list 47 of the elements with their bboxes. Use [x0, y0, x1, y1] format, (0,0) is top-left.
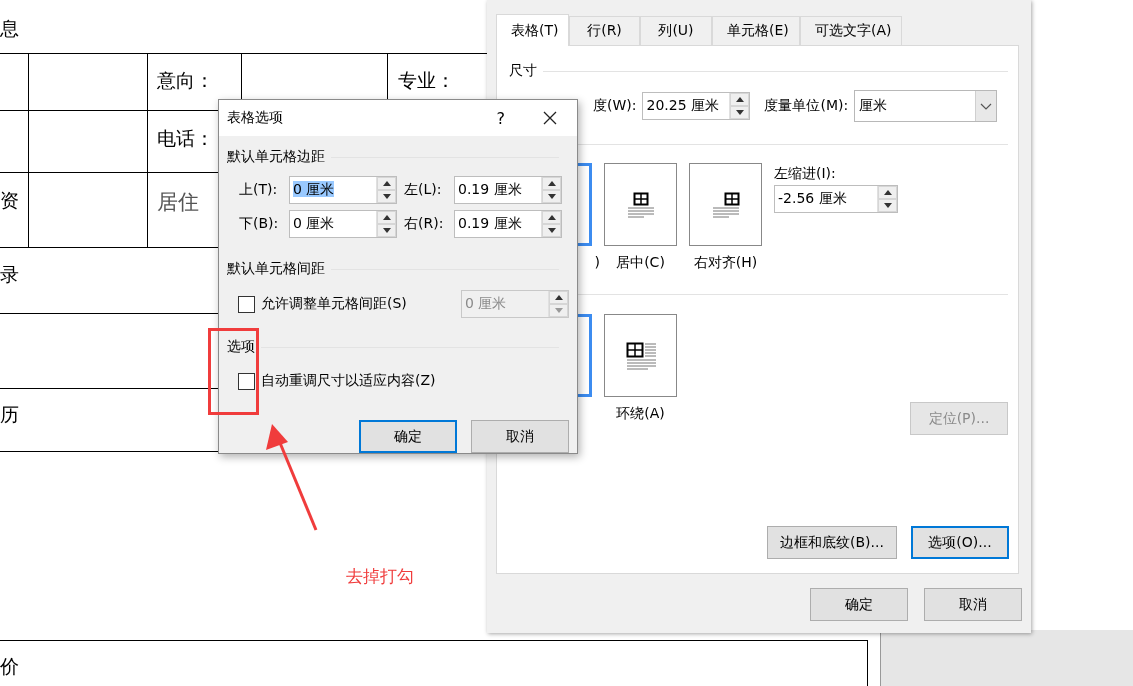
annotation-note: 去掉打勾 — [346, 565, 414, 588]
document-text: 录 — [0, 262, 19, 287]
document-text: 价 — [0, 654, 19, 679]
document-text: 意向： — [157, 68, 214, 93]
option-label: 右对齐(H) — [693, 254, 758, 272]
help-button[interactable]: ? — [492, 108, 509, 128]
document-text: 资 — [0, 188, 19, 213]
dialog-button[interactable]: 取消 — [924, 588, 1022, 621]
dialog-button[interactable]: 取消 — [471, 420, 569, 453]
margin-field[interactable]: 0 厘米 — [289, 210, 397, 238]
dialog-button[interactable]: 边框和底纹(B)... — [767, 526, 897, 559]
width-field[interactable]: 20.25 厘米 — [642, 92, 751, 120]
unit-dropdown[interactable]: 厘米 — [854, 90, 998, 122]
field-label: 右(R): — [404, 215, 445, 233]
document-text: 居住 — [157, 189, 199, 216]
margin-field[interactable]: 0 厘米 — [289, 176, 397, 204]
field-label: 左缩进(I): — [774, 165, 837, 183]
checkbox-label: 自动重调尺寸以适应内容(Z) — [261, 372, 436, 390]
section-heading: 默认单元格间距 — [227, 260, 325, 278]
tab[interactable]: 单元格(E) — [712, 16, 800, 45]
margin-field[interactable]: 0.19 厘米 — [454, 210, 562, 238]
checkbox-label: 允许调整单元格间距(S) — [261, 295, 407, 313]
document-text: 专业： — [398, 68, 455, 93]
indent-field[interactable]: -2.56 厘米 — [774, 185, 898, 213]
margin-field[interactable]: 0.19 厘米 — [454, 176, 562, 204]
section-heading: 选项 — [227, 338, 255, 356]
section-heading: 尺寸 — [509, 62, 537, 80]
tab[interactable]: 表格(T) — [496, 14, 569, 46]
tab[interactable]: 可选文字(A) — [800, 16, 902, 45]
dialog-button[interactable]: 确定 — [359, 420, 457, 453]
field-label: 左(L): — [404, 181, 443, 199]
field-label: 度(W): — [593, 97, 637, 115]
dialog-button[interactable]: 确定 — [810, 588, 908, 621]
document-text: 电话： — [157, 126, 214, 151]
option-label: 居中(C) — [616, 254, 665, 272]
dialog-button[interactable]: 选项(O)... — [911, 526, 1009, 559]
field-label: 上(T): — [239, 181, 279, 199]
option-label: 环绕(A) — [616, 405, 665, 423]
field-label: 度量单位(M): — [764, 97, 849, 115]
section-heading: 默认单元格边距 — [227, 148, 325, 166]
field-label: 下(B): — [239, 215, 280, 233]
tab[interactable]: 行(R) — [569, 16, 640, 45]
option-label: ) — [594, 254, 600, 270]
document-text: 息 — [0, 16, 19, 41]
dialog-title: 表格选项 — [227, 109, 284, 127]
tab[interactable]: 列(U) — [640, 16, 712, 45]
document-text: 历 — [0, 402, 19, 427]
